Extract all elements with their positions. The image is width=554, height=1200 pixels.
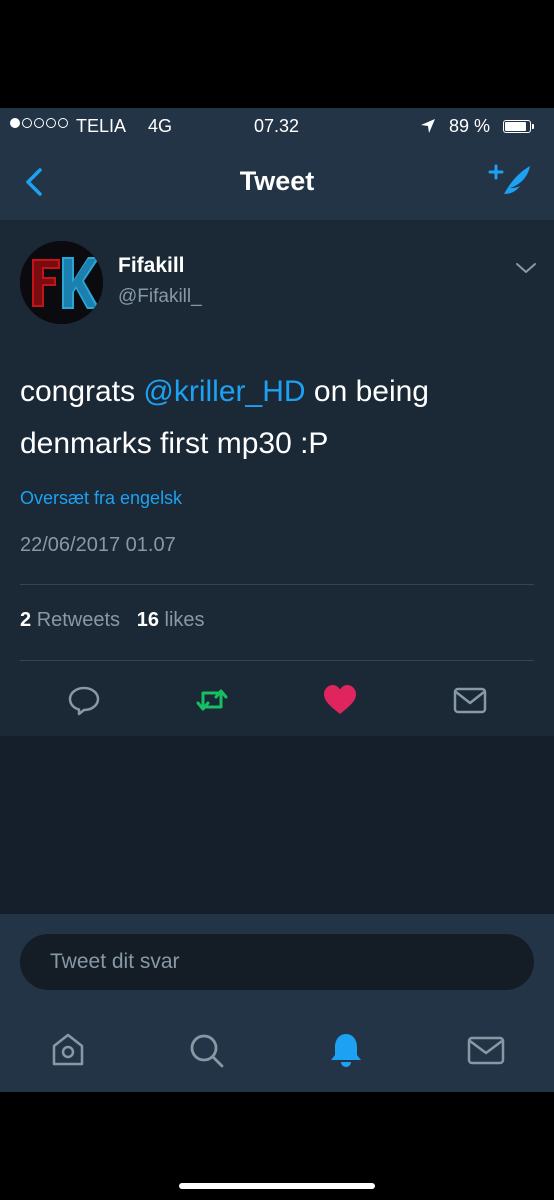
user-handle[interactable]: @Fifakill_ bbox=[118, 286, 202, 308]
translate-link[interactable]: Oversæt fra engelsk bbox=[20, 488, 182, 509]
navigation-bar: Tweet bbox=[0, 144, 554, 220]
heart-icon bbox=[324, 685, 356, 714]
tab-home[interactable] bbox=[48, 1030, 88, 1070]
retweet-count: 2 bbox=[20, 609, 32, 631]
search-icon bbox=[190, 1034, 224, 1068]
messages-icon bbox=[467, 1036, 505, 1065]
tab-messages[interactable] bbox=[466, 1030, 506, 1070]
likes-stat[interactable]: 16 likes bbox=[137, 609, 205, 632]
like-button[interactable] bbox=[322, 682, 358, 718]
tab-search[interactable] bbox=[186, 1030, 226, 1070]
network-type: 4G bbox=[148, 116, 173, 136]
tweet-actions bbox=[0, 676, 554, 722]
tweet-options-button[interactable] bbox=[514, 258, 538, 278]
notifications-icon bbox=[331, 1034, 361, 1067]
divider bbox=[20, 660, 534, 661]
bottom-tab-bar bbox=[0, 1014, 554, 1092]
reply-input[interactable] bbox=[20, 934, 534, 990]
divider bbox=[20, 584, 534, 585]
retweets-stat[interactable]: 2 Retweets bbox=[20, 609, 120, 632]
top-bezel bbox=[0, 0, 554, 108]
battery-tip bbox=[532, 124, 534, 129]
battery-percent: 89 % bbox=[449, 116, 491, 136]
tweet-detail: Fifakill @Fifakill_ congrats @kriller_HD… bbox=[0, 220, 554, 736]
like-label: likes bbox=[164, 609, 205, 631]
retweet-button[interactable] bbox=[194, 682, 230, 718]
like-count: 16 bbox=[136, 609, 159, 631]
carrier-name: TELIA bbox=[76, 116, 127, 136]
battery-icon bbox=[503, 120, 531, 133]
location-arrow-icon bbox=[421, 119, 435, 133]
compose-tweet-icon bbox=[488, 164, 530, 198]
home-icon bbox=[52, 1033, 84, 1066]
retweet-label: Retweets bbox=[36, 609, 121, 631]
reply-bar bbox=[0, 914, 554, 1014]
tweet-text: congrats @kriller_HD on being denmarks f… bbox=[20, 366, 520, 470]
status-time: 07.32 bbox=[254, 116, 300, 136]
compose-tweet-button[interactable] bbox=[488, 162, 534, 202]
tweet-text-before: congrats bbox=[20, 375, 144, 408]
empty-replies-area bbox=[0, 736, 554, 914]
page-title: Tweet bbox=[239, 166, 315, 196]
tweet-stats: 2 Retweets 16 likes bbox=[20, 609, 205, 632]
direct-message-button[interactable] bbox=[452, 682, 488, 718]
reply-button[interactable] bbox=[66, 682, 102, 718]
status-bar: TELIA 4G 07.32 89 % bbox=[0, 108, 554, 144]
signal-strength-icon bbox=[10, 118, 68, 128]
fk-logo-icon bbox=[20, 241, 103, 324]
tweet-timestamp: 22/06/2017 01.07 bbox=[20, 534, 176, 556]
tab-notifications[interactable] bbox=[326, 1030, 366, 1070]
display-name[interactable]: Fifakill bbox=[118, 254, 185, 278]
chevron-down-icon bbox=[516, 263, 536, 273]
direct-message-icon bbox=[453, 687, 487, 714]
home-indicator[interactable] bbox=[179, 1183, 375, 1189]
avatar[interactable] bbox=[20, 241, 103, 324]
retweet-icon bbox=[196, 689, 228, 711]
mention-link[interactable]: @kriller_HD bbox=[143, 375, 305, 408]
reply-icon bbox=[68, 686, 100, 716]
